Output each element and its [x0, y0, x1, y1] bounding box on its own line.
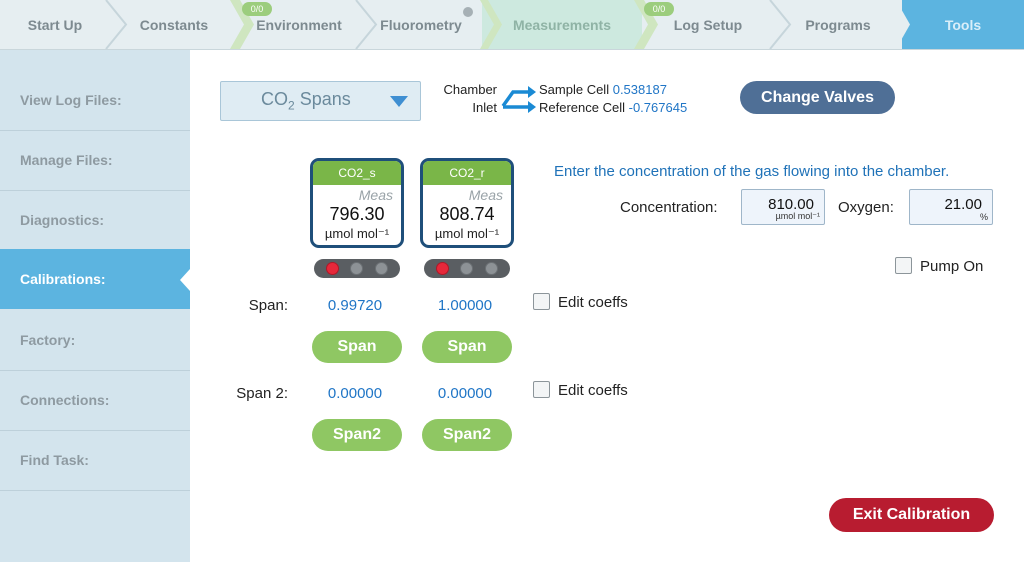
change-valves-button[interactable]: Change Valves — [740, 81, 895, 114]
mode-dropdown[interactable]: CO2 Spans — [220, 81, 421, 121]
concentration-label: Concentration: — [620, 199, 718, 216]
gauge-value: 808.74 — [439, 204, 495, 224]
active-indicator-icon — [180, 269, 190, 291]
edit-coeffs-2-label: Edit coeffs — [558, 382, 628, 399]
edit-coeffs-checkbox[interactable] — [533, 293, 550, 310]
status-light-icon — [435, 262, 449, 275]
status-light-icon — [485, 262, 499, 275]
gauge-status: Meas — [358, 187, 393, 203]
chevron-right-icon — [105, 0, 128, 49]
edit-coeffs-label: Edit coeffs — [558, 294, 628, 311]
sidebar-item-manage-files[interactable]: Manage Files: — [0, 130, 190, 190]
dropdown-selected-value: CO2 Spans — [261, 89, 351, 113]
chevron-right-icon — [896, 0, 910, 49]
status-light-icon — [375, 262, 389, 275]
top-tab-bar: Start Up Constants Environment Fluoromet… — [0, 0, 1024, 50]
sidebar-item-calibrations[interactable]: Calibrations: — [0, 249, 190, 309]
co2-sample-status-lights — [314, 259, 400, 278]
span-value-sample: 0.99720 — [327, 297, 383, 314]
chevron-right-icon — [355, 0, 378, 49]
chevron-down-icon — [390, 96, 408, 107]
exit-calibration-button[interactable]: Exit Calibration — [829, 498, 994, 532]
co2-reference-gauge: CO2_r Meas 808.74 µmol mol⁻¹ — [420, 158, 514, 248]
sidebar: View Log Files: Manage Files: Diagnostic… — [0, 50, 190, 562]
span-sample-button[interactable]: Span — [312, 331, 402, 363]
status-light-icon — [460, 262, 474, 275]
divider — [0, 490, 190, 491]
span2-value-sample: 0.00000 — [327, 385, 383, 402]
pump-on-label: Pump On — [920, 258, 984, 275]
chevron-right-icon — [480, 0, 502, 49]
inlet-label: Inlet — [472, 100, 497, 115]
co2-reference-status-lights — [424, 259, 510, 278]
valve-routing-icon — [501, 86, 536, 113]
sample-cell-readout: Sample Cell 0.538187 — [539, 82, 667, 97]
pump-on-checkbox[interactable] — [895, 257, 912, 274]
sidebar-item-find-task[interactable]: Find Task: — [0, 430, 190, 490]
sidebar-item-view-log-files[interactable]: View Log Files: — [0, 70, 190, 130]
instruction-text: Enter the concentration of the gas flowi… — [554, 163, 950, 180]
gauge-status: Meas — [468, 187, 503, 203]
chamber-label: Chamber — [443, 82, 497, 97]
concentration-input[interactable]: 810.00 µmol mol⁻¹ — [741, 189, 825, 225]
gauge-unit: µmol mol⁻¹ — [434, 226, 500, 241]
span2-sample-button[interactable]: Span2 — [312, 419, 402, 451]
gauge-unit: µmol mol⁻¹ — [324, 226, 390, 241]
span2-reference-button[interactable]: Span2 — [422, 419, 512, 451]
span-value-reference: 1.00000 — [437, 297, 493, 314]
oxygen-label: Oxygen: — [838, 199, 894, 216]
status-light-icon — [325, 262, 339, 275]
chevron-right-icon — [769, 0, 792, 49]
gauge-value: 796.30 — [329, 204, 385, 224]
co2-sample-gauge: CO2_s Meas 796.30 µmol mol⁻¹ — [310, 158, 404, 248]
sidebar-item-factory[interactable]: Factory: — [0, 310, 190, 370]
sidebar-item-connections[interactable]: Connections: — [0, 370, 190, 430]
gauge-title: CO2_s — [313, 161, 401, 185]
oxygen-input[interactable]: 21.00 % — [909, 189, 993, 225]
status-light-icon — [350, 262, 364, 275]
span-reference-button[interactable]: Span — [422, 331, 512, 363]
gauge-title: CO2_r — [423, 161, 511, 185]
span2-label: Span 2: — [236, 385, 288, 402]
reference-cell-readout: Reference Cell -0.767645 — [539, 100, 688, 115]
sidebar-item-diagnostics[interactable]: Diagnostics: — [0, 190, 190, 250]
tab-measurements[interactable]: Measurements — [482, 0, 642, 49]
log-setup-badge: 0/0 — [644, 2, 674, 16]
edit-coeffs-2-checkbox[interactable] — [533, 381, 550, 398]
fluorometry-status-dot — [463, 7, 473, 17]
span2-value-reference: 0.00000 — [437, 385, 493, 402]
environment-badge: 0/0 — [242, 2, 272, 16]
tab-start-up[interactable]: Start Up — [0, 0, 110, 49]
span-label: Span: — [248, 297, 288, 314]
